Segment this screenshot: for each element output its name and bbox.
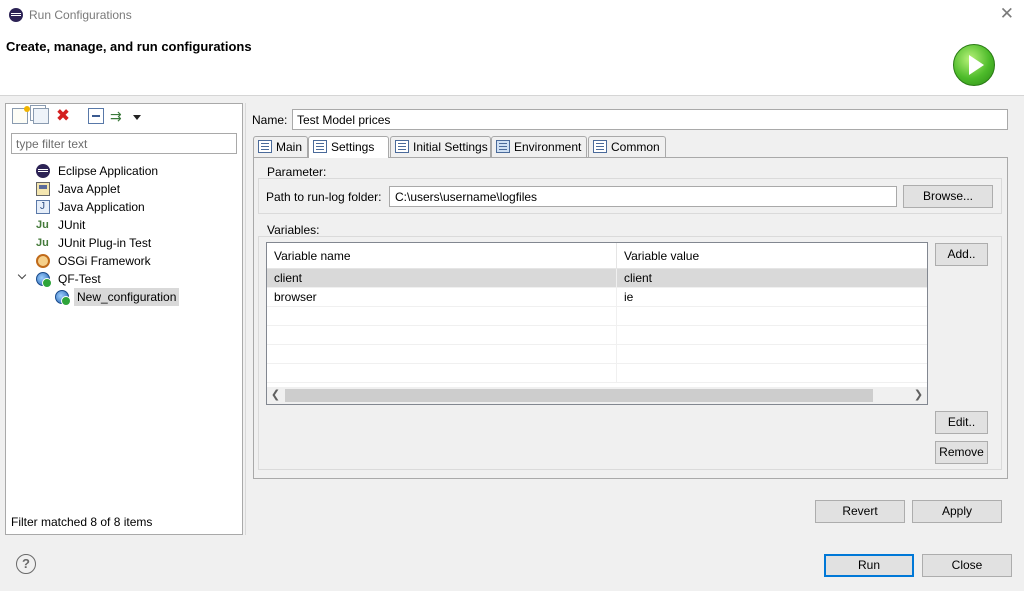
tab-environment[interactable]: Environment <box>491 136 587 157</box>
variables-table: Variable name Variable value client clie… <box>266 242 928 405</box>
collapse-all-icon[interactable] <box>88 108 104 124</box>
table-row <box>267 307 927 326</box>
variable-value-cell: ie <box>624 290 634 304</box>
duplicate-icon[interactable] <box>33 108 49 124</box>
filter-input[interactable] <box>11 133 237 154</box>
junit-icon: Ju <box>36 219 49 231</box>
add-variable-button[interactable]: Add.. <box>935 243 988 266</box>
qftest-config-icon <box>55 290 71 306</box>
applet-icon <box>36 182 50 196</box>
revert-button[interactable]: Revert <box>815 500 905 523</box>
table-row[interactable]: browser ie <box>267 288 927 307</box>
tree-item-label: QF-Test <box>58 272 101 286</box>
tab-initial-settings[interactable]: Initial Settings <box>390 136 491 157</box>
tree-item-label: Eclipse Application <box>58 164 159 178</box>
tree-item-label: JUnit <box>58 218 86 232</box>
main-tab-icon <box>258 140 272 153</box>
scroll-left-icon[interactable]: ❮ <box>267 387 284 404</box>
tree-item-label: JUnit Plug-in Test <box>58 236 152 250</box>
help-icon[interactable]: ? <box>16 554 36 574</box>
qftest-icon <box>36 272 52 288</box>
tab-label: Common <box>611 140 660 154</box>
config-name-input[interactable] <box>292 109 1008 130</box>
scrollbar-thumb[interactable] <box>285 389 873 402</box>
variable-name-cell: client <box>267 269 617 288</box>
banner-headline: Create, manage, and run configurations <box>6 39 252 54</box>
edit-variable-button[interactable]: Edit.. <box>935 411 988 434</box>
panel-divider[interactable] <box>245 103 246 535</box>
variables-group-label: Variables: <box>267 223 320 237</box>
scroll-right-icon[interactable]: ❯ <box>910 387 927 404</box>
variable-name-cell: browser <box>267 288 617 307</box>
tree-toolbar: ✖ ⇉ <box>6 104 242 128</box>
tree-item-label: Java Applet <box>58 182 121 196</box>
remove-variable-button[interactable]: Remove <box>935 441 988 464</box>
expand-chevron-down-icon[interactable] <box>18 271 28 281</box>
filter-icon[interactable]: ⇉ <box>110 108 126 124</box>
tab-settings[interactable]: Settings <box>308 136 389 158</box>
column-header-variable-name[interactable]: Variable name <box>267 243 617 269</box>
delete-icon[interactable]: ✖ <box>55 107 71 124</box>
initial-settings-tab-icon <box>395 140 409 153</box>
table-row <box>267 345 927 364</box>
filter-status: Filter matched 8 of 8 items <box>11 515 153 529</box>
browse-button[interactable]: Browse... <box>903 185 993 208</box>
run-large-icon <box>953 44 995 86</box>
run-button[interactable]: Run <box>824 554 914 577</box>
tab-label: Main <box>276 140 303 154</box>
table-row[interactable]: client client <box>267 269 927 288</box>
eclipse-icon <box>36 164 50 178</box>
title-bar: Run Configurations ✕ <box>0 0 1024 30</box>
environment-tab-icon <box>496 140 510 153</box>
column-header-variable-value[interactable]: Variable value <box>617 243 927 269</box>
new-launch-config-icon[interactable] <box>12 106 30 124</box>
launch-config-tree-panel: ✖ ⇉ Eclipse Application Java Applet Java… <box>5 103 243 535</box>
parameter-group-label: Parameter: <box>267 165 327 179</box>
table-row <box>267 326 927 345</box>
tab-label: Initial Settings <box>413 140 488 154</box>
path-label: Path to run-log folder: <box>266 190 382 204</box>
tree-item-label: Java Application <box>58 200 145 214</box>
apply-button[interactable]: Apply <box>912 500 1002 523</box>
settings-tab-icon <box>313 140 327 153</box>
eclipse-app-icon <box>9 8 23 22</box>
table-row <box>267 364 927 383</box>
window-close-icon[interactable]: ✕ <box>1000 5 1014 23</box>
horizontal-scrollbar[interactable]: ❮ ❯ <box>267 387 927 404</box>
tree-item-label: New_configuration <box>74 288 180 306</box>
java-app-icon <box>36 200 50 214</box>
run-log-path-input[interactable] <box>389 186 897 207</box>
tree-item-label: OSGi Framework <box>58 254 151 268</box>
view-menu-icon[interactable] <box>131 108 141 124</box>
common-tab-icon <box>593 140 607 153</box>
close-button[interactable]: Close <box>922 554 1012 577</box>
dialog-banner: Create, manage, and run configurations <box>0 30 1024 96</box>
name-label: Name: <box>252 113 288 127</box>
junit-plugin-icon: Ju <box>36 237 49 249</box>
variable-value-cell: client <box>624 271 653 285</box>
window-title: Run Configurations <box>29 8 132 22</box>
osgi-icon <box>36 254 50 268</box>
tab-main[interactable]: Main <box>253 136 308 157</box>
tab-label: Environment <box>514 140 582 154</box>
table-header: Variable name Variable value <box>267 243 927 269</box>
tab-common[interactable]: Common <box>588 136 666 157</box>
tab-label: Settings <box>331 140 375 154</box>
